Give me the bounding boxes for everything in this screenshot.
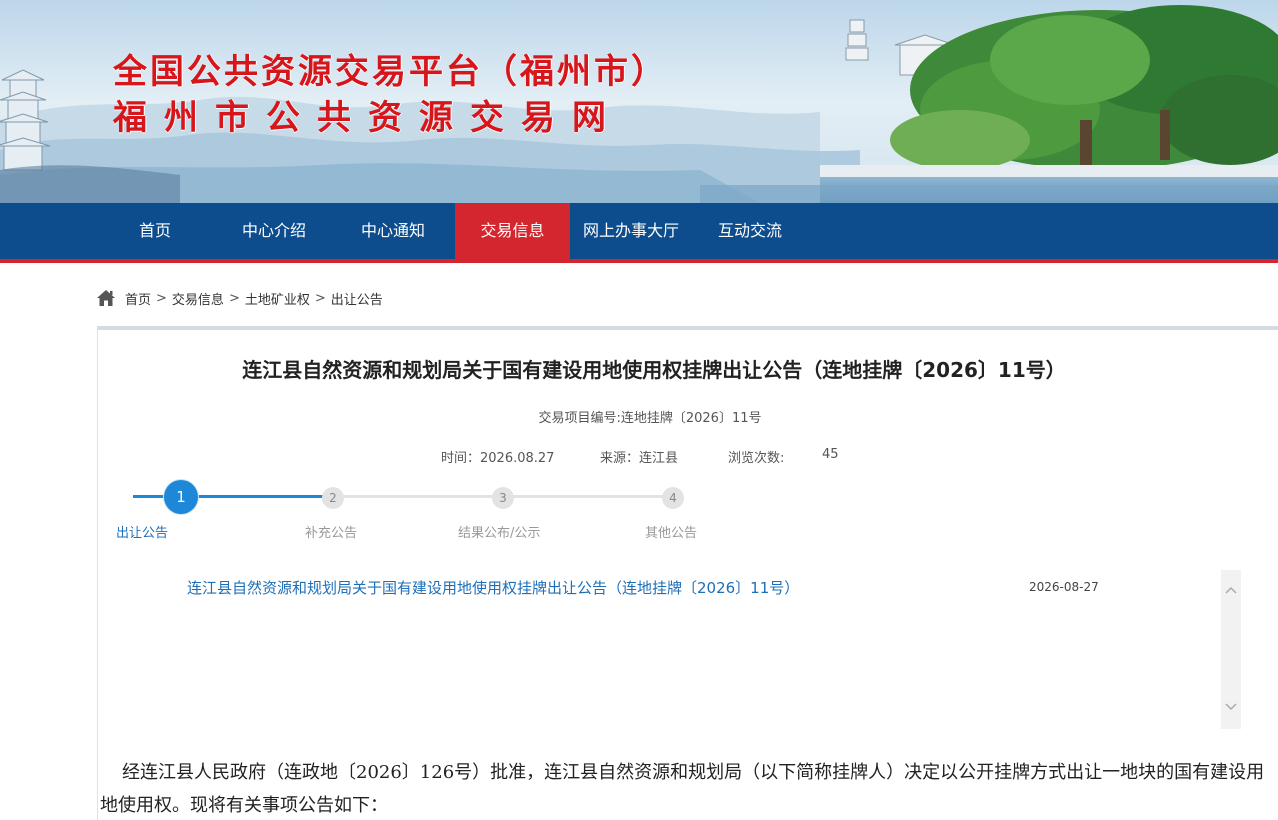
list-scrollbar[interactable] <box>1221 570 1241 729</box>
trade-code: 交易项目编号:连地挂牌〔2026〕11号 <box>538 411 762 426</box>
chevron-down-icon[interactable] <box>1221 697 1241 717</box>
main-nav: 首页 中心介绍 中心通知 交易信息 网上办事大厅 互动交流 <box>0 203 1278 259</box>
announcement-link[interactable]: 连江县自然资源和规划局关于国有建设用地使用权挂牌出让公告（连地挂牌〔2026〕1… <box>187 577 799 598</box>
header-banner: 全国公共资源交易平台（福州市） 福州市公共资源交易网 <box>0 0 1278 203</box>
nav-item-center-intro[interactable]: 中心介绍 <box>226 203 322 259</box>
article-title: 连江县自然资源和规划局关于国有建设用地使用权挂牌出让公告（连地挂牌〔2026〕1… <box>242 358 1066 382</box>
article-body-paragraph: 经连江县人民政府（连政地〔2026〕126号）批准，连江县自然资源和规划局（以下… <box>100 762 1265 816</box>
chevron-up-icon[interactable] <box>1221 580 1241 600</box>
source: 来源：连江县 <box>600 451 679 466</box>
content-panel <box>97 326 1278 820</box>
step-3-label[interactable]: 结果公布/公示 <box>458 522 540 541</box>
views-count: 45 <box>822 447 839 462</box>
step-4-circle[interactable]: 4 <box>662 487 684 509</box>
publish-time: 时间：2026.08.27 <box>441 451 555 466</box>
site-title-line1: 全国公共资源交易平台（福州市） <box>113 52 668 92</box>
nav-bottom-border <box>0 259 1278 263</box>
nav-item-center-notice[interactable]: 中心通知 <box>345 203 441 259</box>
breadcrumb: 首页 > 交易信息 > 土地矿业权 > 出让公告 <box>96 287 383 309</box>
home-icon <box>97 290 115 306</box>
site-title-line2: 福州市公共资源交易网 <box>113 98 623 138</box>
step-3-circle[interactable]: 3 <box>492 487 514 509</box>
nav-item-online-hall[interactable]: 网上办事大厅 <box>574 203 688 259</box>
breadcrumb-home[interactable]: 首页 <box>125 289 151 308</box>
breadcrumb-separator: > <box>156 290 167 306</box>
breadcrumb-transfer-notice[interactable]: 出让公告 <box>331 289 383 308</box>
site-title: 全国公共资源交易平台（福州市） 福州市公共资源交易网 <box>113 50 668 142</box>
nav-item-home[interactable]: 首页 <box>117 203 193 259</box>
announcement-date: 2026-08-27 <box>1029 580 1099 594</box>
nav-item-interaction[interactable]: 互动交流 <box>702 203 798 259</box>
step-2-circle[interactable]: 2 <box>322 487 344 509</box>
step-progress-line <box>133 495 323 498</box>
step-4-label[interactable]: 其他公告 <box>645 522 697 541</box>
step-2-label[interactable]: 补充公告 <box>305 522 357 541</box>
views-label: 浏览次数: <box>728 451 785 466</box>
breadcrumb-trade-info[interactable]: 交易信息 <box>172 289 224 308</box>
breadcrumb-land-mineral[interactable]: 土地矿业权 <box>245 289 310 308</box>
breadcrumb-separator: > <box>228 290 240 306</box>
nav-item-trade-info[interactable]: 交易信息 <box>455 203 570 259</box>
step-1-label[interactable]: 出让公告 <box>116 522 168 541</box>
breadcrumb-separator: > <box>314 290 326 306</box>
step-1-circle[interactable]: 1 <box>164 480 198 514</box>
